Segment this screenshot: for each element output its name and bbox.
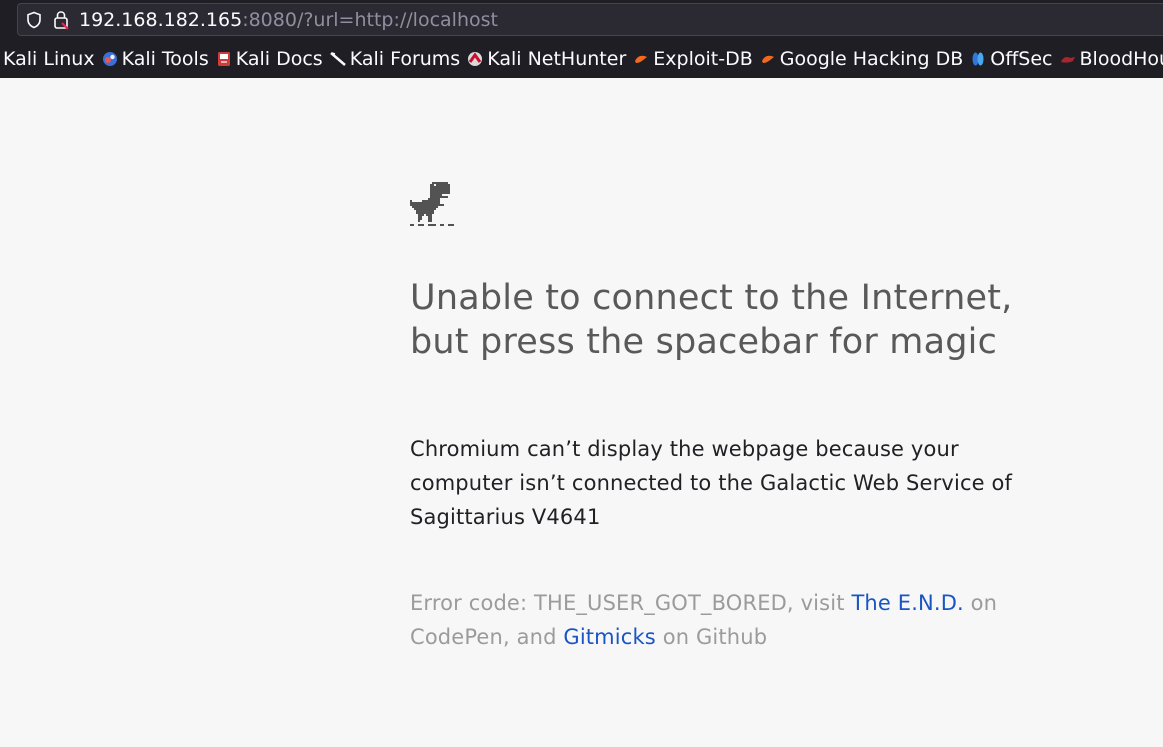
gitmicks-link[interactable]: Gitmicks	[563, 625, 655, 649]
bookmark-kali-linux[interactable]: Kali Linux	[0, 44, 99, 74]
lock-icon[interactable]	[52, 10, 70, 30]
address-bar[interactable]: 192.168.182.165:8080/?url=http://localho…	[17, 3, 1163, 36]
bookmark-kali-forums[interactable]: Kali Forums	[327, 44, 465, 74]
bookmark-label: OffSec	[990, 48, 1053, 70]
the-end-link[interactable]: The E.N.D.	[851, 591, 963, 615]
dinosaur-icon[interactable]	[410, 182, 456, 228]
error-code-suffix: on Github	[655, 625, 768, 649]
bookmarks-toolbar: Kali Linux Kali Tools Kali Docs Kali For…	[0, 42, 1163, 76]
error-code: Error code: THE_USER_GOT_BORED, visit Th…	[410, 586, 1020, 654]
url-path: :8080/?url=http://localhost	[242, 9, 498, 31]
bookmark-kali-tools[interactable]: Kali Tools	[99, 44, 213, 74]
bookmark-label: Kali NetHunter	[487, 48, 627, 70]
bookmark-label: Kali Forums	[349, 48, 461, 70]
error-headline: Unable to connect to the Internet, but p…	[410, 278, 1013, 362]
bookmark-label: Kali Docs	[235, 48, 323, 70]
url-host: 192.168.182.165	[79, 9, 243, 31]
browser-chrome: 192.168.182.165:8080/?url=http://localho…	[0, 0, 1163, 78]
bookmark-label: Kali Linux	[3, 48, 95, 70]
offsec-icon	[972, 52, 984, 66]
bookmark-label: Kali Tools	[121, 48, 209, 70]
bloodhound-icon	[1060, 57, 1075, 63]
error-page: Unable to connect to the Internet, but p…	[0, 78, 1163, 747]
bookmark-label: BloodHound	[1079, 48, 1163, 70]
bookmark-exploit-db[interactable]: Exploit-DB	[630, 44, 756, 74]
bookmark-kali-nethunter[interactable]: Kali NetHunter	[464, 44, 630, 74]
bookmark-offsec[interactable]: OffSec	[967, 44, 1056, 74]
error-code-prefix: Error code: THE_USER_GOT_BORED, visit	[410, 591, 852, 615]
bookmark-google-hacking-db[interactable]: Google Hacking DB	[757, 44, 968, 74]
bookmark-kali-docs[interactable]: Kali Docs	[213, 44, 327, 74]
kali-tools-icon	[102, 52, 117, 66]
url-text[interactable]: 192.168.182.165:8080/?url=http://localho…	[79, 9, 498, 31]
kali-docs-icon	[217, 52, 230, 66]
error-description: Chromium can’t display the webpage becau…	[410, 437, 1013, 529]
bookmark-label: Google Hacking DB	[779, 48, 964, 70]
bookmark-label: Exploit-DB	[653, 48, 753, 70]
google-hacking-db-icon	[761, 55, 774, 63]
kali-forums-icon	[329, 52, 346, 66]
shield-icon[interactable]	[26, 11, 42, 29]
bookmark-bloodhound[interactable]: BloodHound	[1057, 44, 1163, 74]
kali-nethunter-icon	[468, 52, 483, 66]
exploit-db-icon	[635, 55, 648, 63]
